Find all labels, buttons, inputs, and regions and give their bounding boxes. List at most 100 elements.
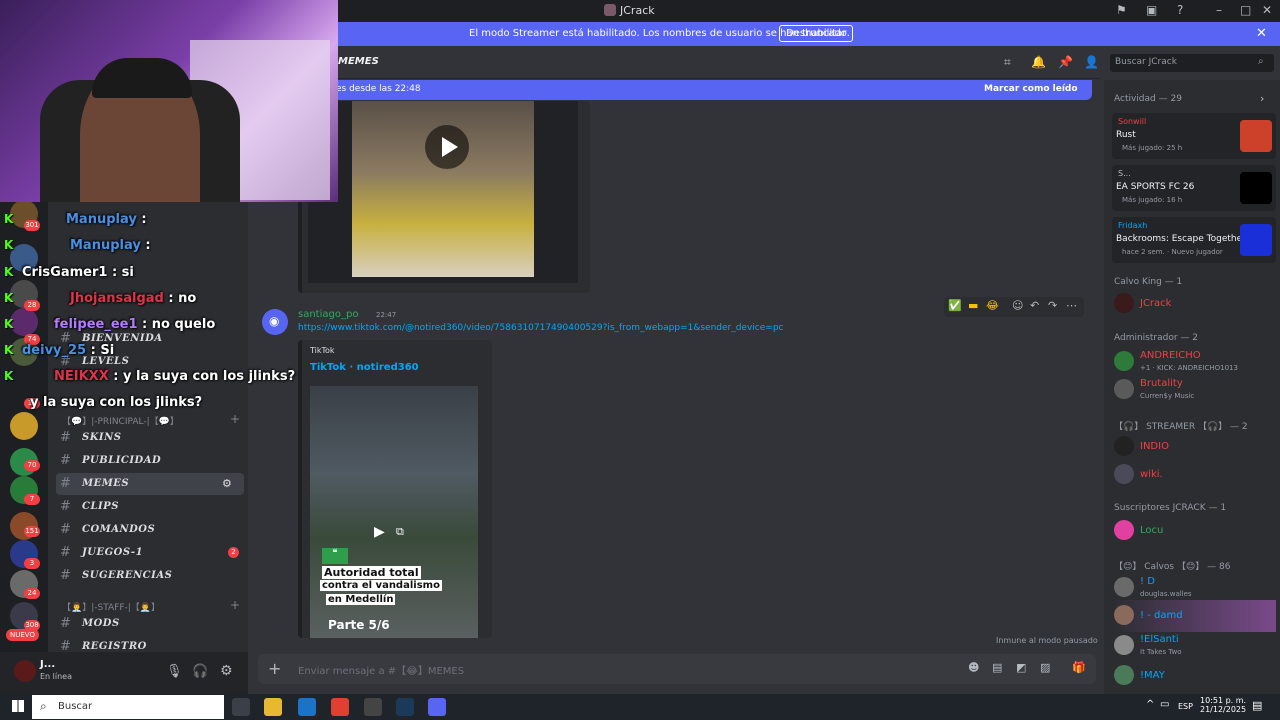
member-row[interactable]: JCrack <box>1112 288 1276 320</box>
tiktok-video[interactable]: ▶ ⧉ ❝ Autoridad total contra el vandalis… <box>310 386 478 638</box>
channel-publicidad[interactable]: # PUBLICIDAD <box>56 450 244 472</box>
member-name: ! D <box>1140 576 1155 587</box>
channel-label: JUEGOS-1 <box>82 547 144 558</box>
taskbar-search[interactable]: ⌕ Buscar <box>32 695 224 719</box>
close-icon[interactable]: ✕ <box>1256 26 1267 41</box>
network-icon[interactable]: ▭ <box>1160 699 1169 710</box>
clock[interactable]: 10:51 p. m. 21/12/2025 <box>1200 696 1246 714</box>
activity-card[interactable]: Sonwill Rust Más jugado: 25 h <box>1112 113 1276 159</box>
settings-icon[interactable]: ⚙ <box>220 663 233 679</box>
server-badge: 24 <box>24 588 40 599</box>
avatar[interactable]: ◉ <box>262 309 288 335</box>
chrome-icon[interactable] <box>331 698 349 716</box>
channel-mods[interactable]: # MODS <box>56 613 244 635</box>
chat-message: : <box>141 212 147 227</box>
file-explorer-icon[interactable] <box>264 698 282 716</box>
group-header: 【😊】 Calvos 【😊】 — 86 <box>1114 562 1231 572</box>
category-principal[interactable]: 【💬】|-PRINCIPAL-|【💬】 <box>62 414 179 427</box>
help-icon[interactable]: ? <box>1177 3 1183 17</box>
maximize-icon[interactable]: □ <box>1240 3 1251 17</box>
category-staff[interactable]: 【👨‍💼】|-STAFF-|【👨‍💼】 <box>62 600 160 613</box>
member-row[interactable]: !ElSanti It Takes Two <box>1112 630 1276 662</box>
video-thumbnail[interactable] <box>308 101 578 283</box>
more-icon[interactable]: ⋯ <box>1066 299 1077 312</box>
activity-card[interactable]: Fridaxh Backrooms: Escape Together hace … <box>1112 217 1276 263</box>
activity-game: Backrooms: Escape Together <box>1116 234 1246 244</box>
picture-in-picture-icon[interactable]: ⧉ <box>396 525 404 539</box>
threads-icon[interactable]: ⌗ <box>1004 55 1011 70</box>
sticker-icon[interactable]: ◩ <box>1016 661 1026 674</box>
task-view-icon[interactable] <box>232 698 250 716</box>
new-badge[interactable]: NUEVO <box>6 629 39 641</box>
members-icon[interactable]: 👤 <box>1084 55 1099 69</box>
channel-juegos[interactable]: # JUEGOS-1 2 <box>56 542 244 564</box>
member-row[interactable]: Brutality Curren$y Music <box>1112 374 1276 406</box>
steam-icon[interactable] <box>396 698 414 716</box>
channel-title: MEMES <box>338 56 379 67</box>
image-icon[interactable]: ▨ <box>1040 661 1050 674</box>
outlook-icon[interactable] <box>298 698 316 716</box>
chat-line: y la suya con los jlinks? <box>30 395 202 410</box>
laugh-reaction-icon[interactable]: 😂 <box>986 299 999 312</box>
attach-icon[interactable]: + <box>268 659 281 678</box>
minimize-icon[interactable]: – <box>1216 3 1222 17</box>
member-row[interactable]: ! - damd <box>1112 600 1276 632</box>
avatar[interactable] <box>14 660 36 682</box>
activity-card[interactable]: S... EA SPORTS FC 26 Más jugado: 16 h <box>1112 165 1276 211</box>
activity-user: Sonwill <box>1118 117 1147 126</box>
channel-clips[interactable]: # CLIPS <box>56 496 244 518</box>
windows-start-icon[interactable] <box>12 700 24 712</box>
headphones-icon[interactable]: 🎧 <box>192 664 208 679</box>
inbox-icon[interactable]: ⚑ <box>1116 3 1127 17</box>
channel-label: COMANDOS <box>82 524 156 535</box>
message-link[interactable]: https://www.tiktok.com/@notired360/video… <box>298 323 784 333</box>
channel-comandos[interactable]: # COMANDOS <box>56 519 244 541</box>
close-window-icon[interactable]: ✕ <box>1262 3 1272 17</box>
kick-badge-icon: K <box>4 265 14 279</box>
flag-reaction-icon[interactable]: ▬ <box>968 299 978 312</box>
obs-icon[interactable] <box>364 698 382 716</box>
display-icon[interactable]: ▣ <box>1146 3 1157 17</box>
message-input[interactable]: Enviar mensaje a #【😂】MEMES <box>298 662 464 677</box>
chat-message: y la suya con los jlinks? <box>30 395 203 410</box>
microphone-icon[interactable]: 🎙 <box>166 664 183 679</box>
new-messages-bar[interactable]: es desde las 22:48 Marcar como leído <box>330 80 1092 100</box>
add-reaction-icon[interactable]: ☺ <box>1012 299 1023 312</box>
chat-line: NEIKXX : y la suya con los jlinks? <box>54 369 295 384</box>
discord-icon[interactable] <box>428 698 446 716</box>
forward-icon[interactable]: ↷ <box>1048 299 1057 312</box>
channel-skins[interactable]: # SKINS <box>56 427 244 449</box>
chevron-up-icon[interactable]: ^ <box>1146 699 1154 710</box>
bell-icon[interactable]: 🔔 <box>1031 55 1046 69</box>
play-icon[interactable] <box>425 125 469 169</box>
play-icon[interactable]: ▶ <box>374 524 385 540</box>
member-row[interactable]: !MAY <box>1112 660 1276 692</box>
add-channel-icon[interactable]: + <box>230 598 240 612</box>
server-icon[interactable] <box>10 412 38 440</box>
embed-title[interactable]: TikTok · notired360 <box>310 362 419 373</box>
channel-memes[interactable]: # MEMES ⚙ <box>56 473 244 495</box>
check-reaction-icon[interactable]: ✅ <box>948 299 962 312</box>
mark-read-button[interactable]: Marcar como leído <box>984 84 1078 94</box>
chat-message: : Si <box>90 343 115 358</box>
avatar <box>1114 379 1134 399</box>
channel-sugerencias[interactable]: # SUGERENCIAS <box>56 565 244 587</box>
member-row[interactable]: Locu <box>1112 515 1276 547</box>
user-name[interactable]: J... <box>40 659 55 670</box>
language-indicator[interactable]: ESP <box>1178 702 1193 711</box>
add-channel-icon[interactable]: + <box>230 412 240 426</box>
message-author[interactable]: santiago_po <box>298 309 358 320</box>
gear-icon[interactable]: ⚙ <box>222 477 232 490</box>
emoji-sticker-icon[interactable]: ☻ <box>968 661 979 674</box>
reply-icon[interactable]: ↶ <box>1030 299 1039 312</box>
activity-game: EA SPORTS FC 26 <box>1116 182 1195 192</box>
search-input[interactable]: Buscar JCrack ⌕ <box>1110 54 1274 72</box>
member-row[interactable]: wiki. <box>1112 459 1276 491</box>
chevron-right-icon[interactable]: › <box>1260 92 1264 105</box>
notification-icon[interactable]: ▤ <box>1252 699 1262 712</box>
pin-icon[interactable]: 📌 <box>1058 55 1073 69</box>
disable-streamer-button[interactable]: Deshabilitar <box>779 25 854 42</box>
gift-icon[interactable]: 🎁 <box>1072 661 1086 674</box>
gif-icon[interactable]: ▤ <box>992 661 1002 674</box>
video-embed <box>298 101 590 293</box>
